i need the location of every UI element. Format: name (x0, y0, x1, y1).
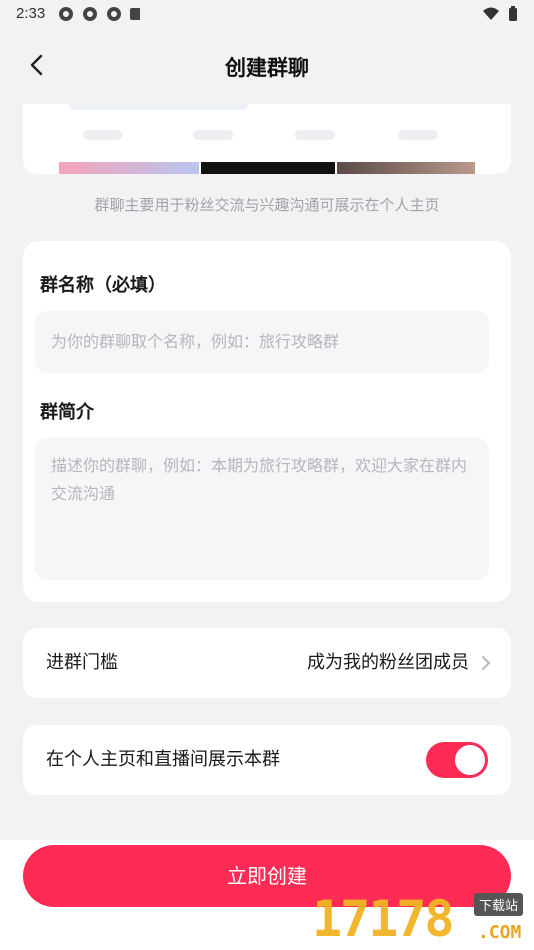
wifi-icon (483, 7, 499, 20)
status-right (482, 6, 518, 22)
preview-pill (68, 104, 248, 110)
toggle-knob (455, 745, 485, 775)
preview-tab-placeholder (295, 130, 335, 140)
status-time: 2:33 (16, 5, 46, 22)
group-preview-card (23, 104, 511, 174)
group-intro-textarea[interactable]: 描述你的群聊，例如：本期为旅行攻略群，欢迎大家在群内交流沟通 (35, 438, 489, 580)
display-toggle-label: 在个人主页和直播间展示本群 (46, 749, 280, 770)
preview-image-strip (337, 162, 475, 174)
preview-tab-placeholder (398, 130, 438, 140)
group-name-input[interactable]: 为你的群聊取个名称，例如：旅行攻略群 (35, 311, 489, 373)
join-threshold-label: 进群门槛 (46, 652, 118, 673)
group-info-card: 群名称（必填） 为你的群聊取个名称，例如：旅行攻略群 群简介 描述你的群聊，例如… (23, 241, 511, 602)
status-bar: 2:33 (0, 0, 534, 28)
group-name-label: 群名称（必填） (40, 275, 166, 296)
notification-icons (59, 7, 140, 21)
watermark-suffix: .COM (478, 922, 522, 943)
watermark-badge: 下载站 (474, 893, 524, 916)
preview-image-strip (59, 162, 199, 174)
preview-tab-placeholder (193, 130, 233, 140)
watermark-number: 17178 (312, 890, 455, 948)
page-title: 创建群聊 (225, 56, 309, 80)
display-toggle-switch[interactable] (426, 742, 488, 778)
preview-image-strip (201, 162, 335, 174)
top-bar: 创建群聊 (0, 28, 534, 104)
join-threshold-value: 成为我的粉丝团成员 (307, 652, 469, 673)
display-toggle-row: 在个人主页和直播间展示本群 (23, 725, 511, 795)
battery-icon (509, 6, 517, 21)
group-intro-label: 群简介 (40, 402, 94, 423)
chevron-right-icon (482, 656, 490, 670)
preview-hint: 群聊主要用于粉丝交流与兴趣沟通可展示在个人主页 (94, 196, 440, 214)
preview-tab-placeholder (83, 130, 123, 140)
join-threshold-row[interactable]: 进群门槛 成为我的粉丝团成员 (23, 628, 511, 698)
